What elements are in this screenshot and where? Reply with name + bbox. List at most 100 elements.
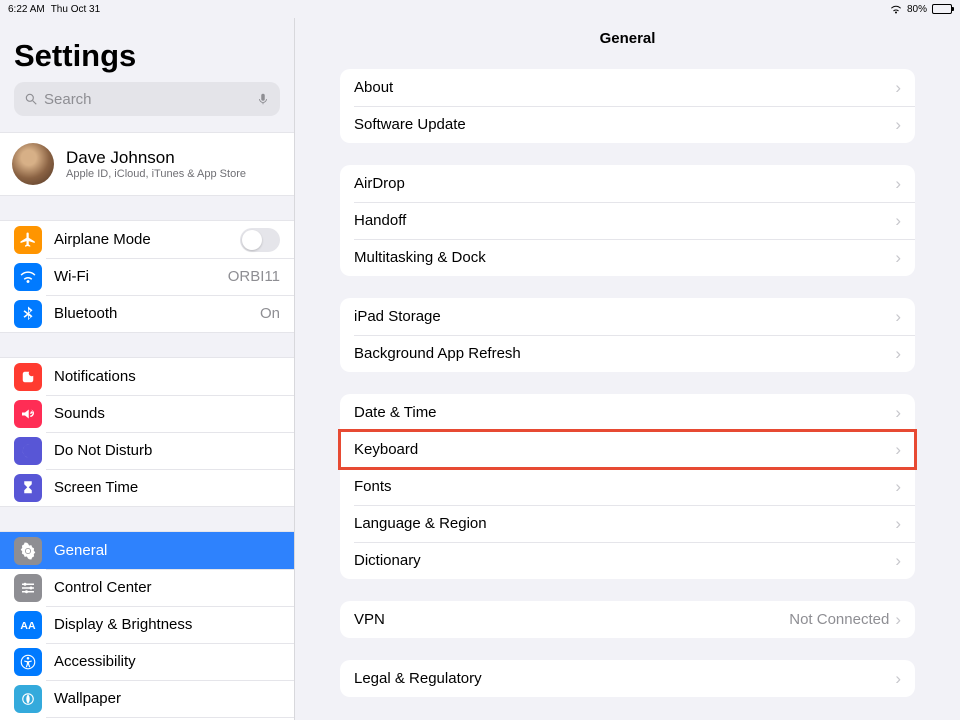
- sounds-icon: [14, 400, 42, 428]
- wifi-value: ORBI11: [228, 268, 280, 285]
- row-label: Background App Refresh: [354, 345, 895, 362]
- search-icon: [24, 92, 38, 106]
- group-datetime: Date & Time › Keyboard › Fonts › Languag…: [340, 394, 915, 579]
- row-value: Not Connected: [789, 611, 889, 628]
- airplane-toggle[interactable]: [240, 228, 280, 252]
- sliders-icon: [14, 574, 42, 602]
- sidebar-item-general[interactable]: General: [0, 532, 294, 569]
- sidebar-item-notifications[interactable]: Notifications: [0, 358, 294, 395]
- sidebar-item-label: Wallpaper: [54, 690, 280, 707]
- group-vpn: VPN Not Connected ›: [340, 601, 915, 638]
- sidebar-item-label: Sounds: [54, 405, 280, 422]
- profile-sub: Apple ID, iCloud, iTunes & App Store: [66, 168, 246, 180]
- content-pane: General About › Software Update › AirDro…: [295, 18, 960, 720]
- status-bar: 6:22 AM Thu Oct 31 80%: [0, 0, 960, 18]
- group-storage: iPad Storage › Background App Refresh ›: [340, 298, 915, 372]
- status-time: 6:22 AM: [8, 4, 45, 15]
- row-label: VPN: [354, 611, 789, 628]
- svg-text:AA: AA: [20, 619, 36, 631]
- sidebar: Settings Dave Johnson Apple ID, iCloud, …: [0, 18, 295, 720]
- settings-title: Settings: [14, 38, 280, 74]
- search-input[interactable]: [44, 91, 250, 108]
- row-airdrop[interactable]: AirDrop ›: [340, 165, 915, 202]
- sidebar-group-network: Airplane Mode Wi-Fi ORBI11 Bluetooth On: [0, 220, 294, 333]
- chevron-right-icon: ›: [895, 514, 901, 534]
- sidebar-item-bluetooth[interactable]: Bluetooth On: [0, 295, 294, 332]
- row-label: Fonts: [354, 478, 895, 495]
- sidebar-item-sounds[interactable]: Sounds: [0, 395, 294, 432]
- row-keyboard[interactable]: Keyboard ›: [340, 431, 915, 468]
- chevron-right-icon: ›: [895, 551, 901, 571]
- sidebar-item-label: Screen Time: [54, 479, 280, 496]
- row-ipad-storage[interactable]: iPad Storage ›: [340, 298, 915, 335]
- sidebar-item-airplane[interactable]: Airplane Mode: [0, 221, 294, 258]
- row-label: Software Update: [354, 116, 895, 133]
- sidebar-item-accessibility[interactable]: Accessibility: [0, 643, 294, 680]
- chevron-right-icon: ›: [895, 307, 901, 327]
- wallpaper-icon: [14, 685, 42, 713]
- profile-row[interactable]: Dave Johnson Apple ID, iCloud, iTunes & …: [0, 132, 294, 196]
- sidebar-group-3: General Control Center AA Display & Brig…: [0, 531, 294, 720]
- row-label: About: [354, 79, 895, 96]
- sidebar-item-label: Bluetooth: [54, 305, 248, 322]
- chevron-right-icon: ›: [895, 78, 901, 98]
- chevron-right-icon: ›: [895, 344, 901, 364]
- bluetooth-icon: [14, 300, 42, 328]
- sidebar-item-controlcenter[interactable]: Control Center: [0, 569, 294, 606]
- sidebar-item-label: Accessibility: [54, 653, 280, 670]
- group-legal: Legal & Regulatory ›: [340, 660, 915, 697]
- row-bg-refresh[interactable]: Background App Refresh ›: [340, 335, 915, 372]
- row-fonts[interactable]: Fonts ›: [340, 468, 915, 505]
- search-field[interactable]: [14, 82, 280, 116]
- chevron-right-icon: ›: [895, 610, 901, 630]
- row-language-region[interactable]: Language & Region ›: [340, 505, 915, 542]
- mic-icon[interactable]: [256, 92, 270, 106]
- battery-icon: [932, 4, 952, 14]
- row-label: Language & Region: [354, 515, 895, 532]
- row-dictionary[interactable]: Dictionary ›: [340, 542, 915, 579]
- row-label: iPad Storage: [354, 308, 895, 325]
- sidebar-item-label: Do Not Disturb: [54, 442, 280, 459]
- row-label: Legal & Regulatory: [354, 670, 895, 687]
- chevron-right-icon: ›: [895, 211, 901, 231]
- accessibility-icon: [14, 648, 42, 676]
- content-body: About › Software Update › AirDrop › Hand…: [295, 59, 960, 697]
- row-label: Handoff: [354, 212, 895, 229]
- gear-icon: [14, 537, 42, 565]
- sidebar-item-wifi[interactable]: Wi-Fi ORBI11: [0, 258, 294, 295]
- row-date-time[interactable]: Date & Time ›: [340, 394, 915, 431]
- chevron-right-icon: ›: [895, 115, 901, 135]
- avatar: [12, 143, 54, 185]
- row-multitasking[interactable]: Multitasking & Dock ›: [340, 239, 915, 276]
- content-header: General: [295, 18, 960, 59]
- row-legal[interactable]: Legal & Regulatory ›: [340, 660, 915, 697]
- group-airdrop: AirDrop › Handoff › Multitasking & Dock …: [340, 165, 915, 276]
- sidebar-item-dnd[interactable]: Do Not Disturb: [0, 432, 294, 469]
- sidebar-item-display[interactable]: AA Display & Brightness: [0, 606, 294, 643]
- sidebar-item-wallpaper[interactable]: Wallpaper: [0, 680, 294, 717]
- chevron-right-icon: ›: [895, 174, 901, 194]
- chevron-right-icon: ›: [895, 440, 901, 460]
- row-handoff[interactable]: Handoff ›: [340, 202, 915, 239]
- row-software-update[interactable]: Software Update ›: [340, 106, 915, 143]
- hourglass-icon: [14, 474, 42, 502]
- sidebar-item-label: Airplane Mode: [54, 231, 228, 248]
- moon-icon: [14, 437, 42, 465]
- row-label: Dictionary: [354, 552, 895, 569]
- chevron-right-icon: ›: [895, 248, 901, 268]
- row-vpn[interactable]: VPN Not Connected ›: [340, 601, 915, 638]
- group-about: About › Software Update ›: [340, 69, 915, 143]
- status-date: Thu Oct 31: [51, 4, 100, 15]
- sidebar-item-label: Display & Brightness: [54, 616, 280, 633]
- row-label: Multitasking & Dock: [354, 249, 895, 266]
- display-icon: AA: [14, 611, 42, 639]
- notifications-icon: [14, 363, 42, 391]
- row-about[interactable]: About ›: [340, 69, 915, 106]
- chevron-right-icon: ›: [895, 669, 901, 689]
- chevron-right-icon: ›: [895, 477, 901, 497]
- bluetooth-value: On: [260, 305, 280, 322]
- wifi-icon: [890, 4, 902, 14]
- profile-name: Dave Johnson: [66, 148, 246, 168]
- sidebar-item-screentime[interactable]: Screen Time: [0, 469, 294, 506]
- row-label: Keyboard: [354, 441, 895, 458]
